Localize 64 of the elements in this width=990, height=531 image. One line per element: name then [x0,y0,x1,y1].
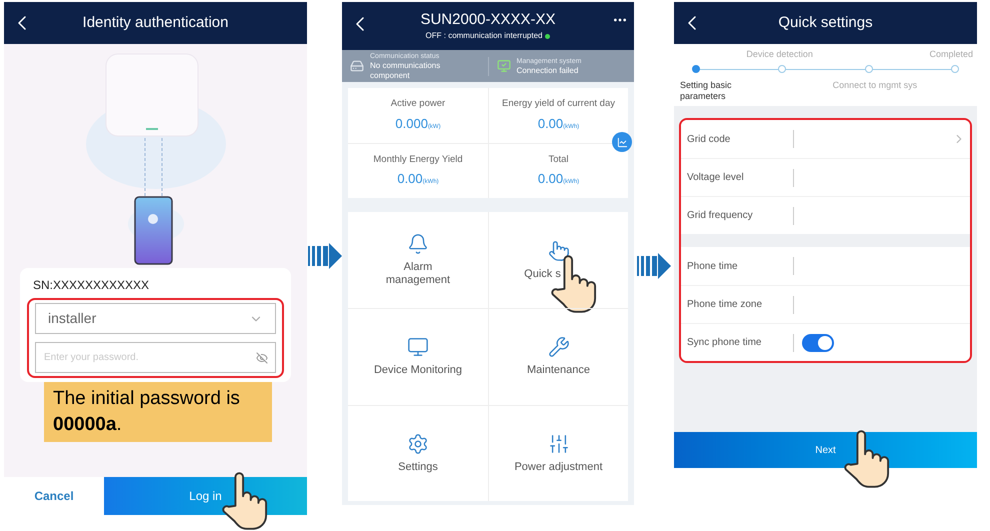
hand-pointer-icon [844,429,890,489]
metric-label: Active power [390,97,446,112]
metric-label: Monthly Energy Yield [373,152,463,167]
metric-value: 0.00 [397,170,423,188]
cancel-button[interactable]: Cancel [4,477,104,515]
step-label: Setting basic parameters [680,80,733,102]
password-note: The initial password is 00000a. [44,382,272,442]
menu-tile[interactable]: Alarm management [348,212,488,308]
monitor-check-icon [496,59,510,73]
monitor-icon [407,336,429,358]
device-status: OFF : communication interrupted [426,30,542,42]
menu-tile[interactable]: Settings [348,404,488,501]
bell-icon [407,233,429,256]
menu-label: Power adjustment [514,460,603,474]
menu-tile[interactable]: Quick s [488,212,628,308]
chart-icon [616,136,628,148]
setting-label: Voltage level [687,171,745,185]
setting-label: Grid code [687,132,732,146]
setting-label: Phone time zone [687,298,764,312]
step-label: Completed [929,49,973,60]
hand-pointer-icon [551,254,597,314]
settings-row[interactable]: Phone time zone [681,285,970,323]
setting-label: Grid frequency [687,209,754,223]
setting-label: Sync phone time [687,336,762,350]
menu-label: Device Monitoring [374,364,462,378]
status-value: No communications component [370,60,442,80]
metric-label: Energy yield of current day [502,97,615,112]
menu-tile[interactable]: Maintenance [488,308,628,405]
metric-label: Total [548,152,569,167]
metric-value: 0.00 [538,170,564,188]
menu-label: Alarm management [384,261,452,288]
user-select[interactable]: installer [35,303,276,334]
settings-row[interactable]: Voltage level [681,158,970,196]
metric-value: 0.00 [538,114,564,133]
settings-row[interactable]: Sync phone time [681,323,970,361]
step-label: Connect to mgmt sys [832,80,918,91]
toggle-switch[interactable] [802,334,834,352]
right-arrow-icon [308,242,342,268]
screen-title: Identity authentication [82,12,228,33]
screen-title: SUN2000-XXXX-XX [420,10,556,30]
menu-label: Quick s [524,268,561,281]
wrench-icon [548,336,570,358]
step-label: Device detection [746,49,813,60]
eye-off-icon[interactable] [256,352,268,364]
next-button[interactable]: Next [674,432,977,468]
settings-row[interactable]: Phone time [681,247,970,285]
hand-pointer-icon [222,471,268,531]
chart-button[interactable] [612,132,632,152]
menu-tile[interactable]: Power adjustment [488,404,628,501]
menu-tile[interactable]: Device Monitoring [348,308,488,405]
status-value: Connection failed [516,66,580,76]
sliders-icon [548,432,570,455]
right-arrow-icon [637,252,671,278]
gear-icon [407,432,429,455]
screen-title: Quick settings [778,12,873,33]
pointer-icon [548,240,570,262]
menu-label: Maintenance [527,364,590,378]
device-icon [350,59,364,73]
serial-number: SN:XXXXXXXXXXXX [32,277,150,294]
metric-value: 0.000 [395,114,428,133]
settings-row[interactable]: Grid code [681,120,970,158]
menu-label: Settings [398,460,438,474]
settings-row[interactable]: Grid frequency [681,196,970,234]
setting-label: Phone time [687,260,739,274]
